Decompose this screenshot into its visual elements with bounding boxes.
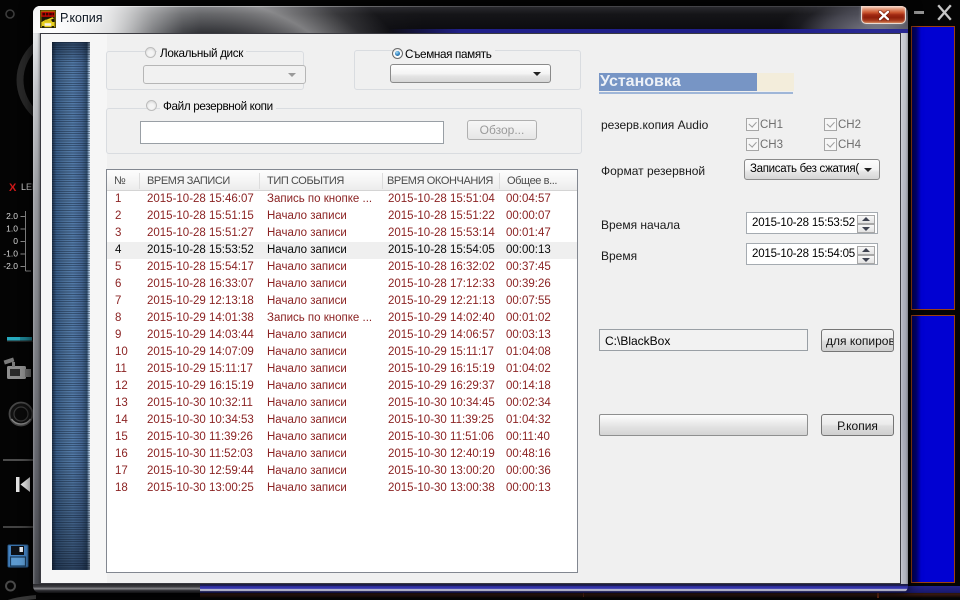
svg-text:1.0: 1.0 [6, 224, 18, 234]
svg-text:-2.0: -2.0 [3, 261, 18, 271]
svg-text:2.0: 2.0 [6, 211, 18, 221]
svg-text:-1.0: -1.0 [3, 249, 18, 259]
svg-text:X: X [9, 182, 17, 194]
svg-text:0: 0 [13, 236, 18, 246]
